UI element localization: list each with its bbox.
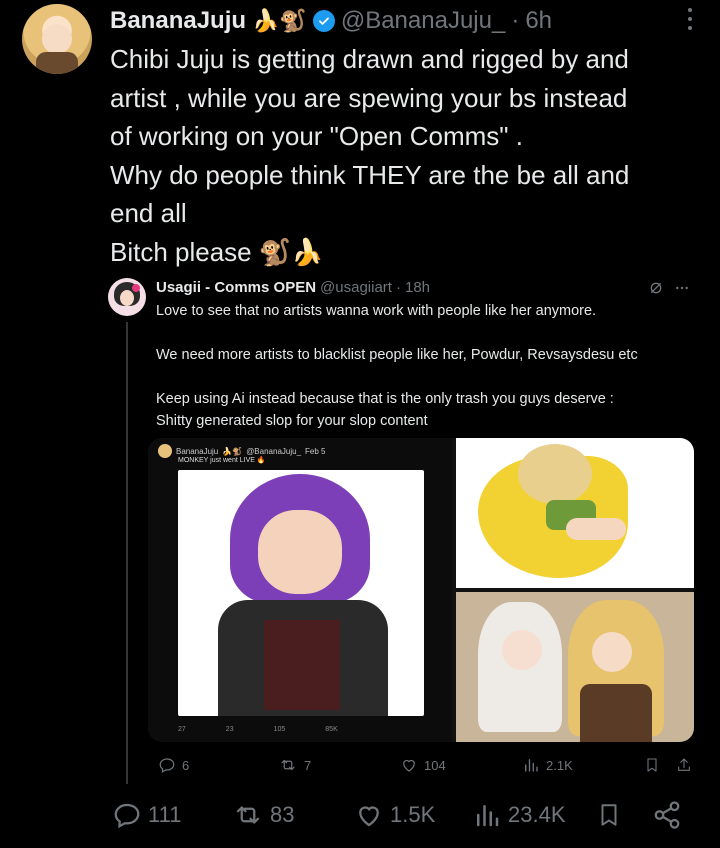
quote-timestamp[interactable]: 18h: [405, 279, 430, 296]
embedded-stats: 27 23 105 85K: [178, 726, 338, 733]
quote-text-line: Love to see that no artists wanna work w…: [156, 303, 597, 319]
embedded-stat: 105: [273, 726, 286, 733]
tweet-header: BananaJuju 🍌🐒 @BananaJuju_ · 6h: [110, 4, 552, 38]
quote-reply-count: 6: [182, 757, 190, 773]
quote-bookmark-button[interactable]: [644, 756, 660, 774]
tweet-stats-bar: 111 83 1.5K 23.4K: [0, 800, 720, 840]
views-icon: [477, 805, 499, 827]
like-button[interactable]: 1.5K: [354, 800, 435, 830]
media-image-two-girls[interactable]: [456, 592, 694, 742]
quote-repost-count: 7: [304, 757, 312, 773]
grok-icon[interactable]: [648, 280, 664, 296]
tweet-text-line: end all: [110, 198, 187, 228]
quote-text-line: [156, 366, 696, 388]
author-name[interactable]: BananaJuju: [110, 7, 246, 35]
quote-views-count: 2.1K: [546, 757, 573, 773]
more-icon[interactable]: [686, 8, 694, 30]
quote-text: Love to see that no artists wanna work w…: [156, 300, 696, 432]
quote-like-button[interactable]: 104: [400, 756, 446, 774]
more-icon[interactable]: [674, 280, 690, 296]
reply-button[interactable]: 111: [112, 800, 181, 830]
tweet-text-line: artist , while you are spewing your bs i…: [110, 82, 628, 113]
quote-share-button[interactable]: [676, 756, 692, 774]
views-button[interactable]: 23.4K: [472, 800, 566, 830]
character-illustration: [178, 470, 424, 716]
repost-count: 83: [270, 802, 295, 827]
quote-views-button[interactable]: 2.1K: [522, 756, 573, 774]
thread-line: [126, 322, 128, 784]
author-handle[interactable]: @BananaJuju_: [341, 7, 505, 35]
separator-dot: ·: [511, 7, 520, 34]
quote-author-name[interactable]: Usagii - Comms OPEN: [156, 279, 316, 296]
quote-header: Usagii - Comms OPEN @usagiiart · 18h: [156, 279, 430, 296]
embedded-avatar: [158, 444, 172, 458]
quote-reply-button[interactable]: 6: [158, 756, 189, 774]
verified-icon: [312, 10, 335, 32]
views-count: 23.4K: [508, 802, 566, 827]
quote-text-line: [156, 322, 696, 344]
quote-avatar[interactable]: [108, 278, 146, 316]
name-emojis: 🍌🐒: [252, 8, 307, 33]
bookmark-icon: [601, 804, 617, 826]
embedded-stat: 23: [225, 726, 234, 733]
media-grid: BananaJuju 🍌🐒 @BananaJuju_ Feb 5 MONKEY …: [148, 438, 694, 742]
like-count: 1.5K: [390, 802, 436, 827]
quote-like-count: 104: [424, 757, 446, 773]
media-image-banana[interactable]: [456, 438, 694, 588]
embedded-text: MONKEY just went LIVE 🔥: [178, 457, 266, 464]
share-button[interactable]: [652, 800, 682, 830]
embedded-stat: 27: [178, 726, 186, 733]
embedded-stat: 85K: [325, 726, 338, 733]
author-avatar[interactable]: [22, 4, 92, 74]
reply-icon: [114, 803, 140, 829]
embedded-handle: @BananaJuju_: [246, 446, 302, 456]
quote-author-handle[interactable]: @usagiiart: [320, 279, 392, 296]
like-icon: [403, 759, 415, 772]
quote-actions: [648, 280, 690, 296]
quote-text-line: Shitty generated slop for your slop cont…: [156, 413, 428, 429]
tweet-text-line: of working on your "Open Comms" .: [110, 121, 523, 151]
quote-text-line: Keep using Ai instead because that is th…: [156, 391, 614, 407]
reply-count: 111: [148, 802, 182, 827]
tweet-timestamp[interactable]: 6h: [525, 7, 552, 35]
bookmark-icon: [647, 758, 657, 772]
reply-icon: [159, 758, 175, 773]
quote-separator-dot: ·: [395, 279, 401, 296]
tweet-text-line: Why do people think THEY are the be all …: [110, 159, 630, 190]
share-icon: [654, 801, 680, 829]
share-icon: [678, 758, 690, 771]
repost-button[interactable]: 83: [232, 800, 294, 830]
bookmark-button[interactable]: [596, 800, 622, 830]
embedded-name-emojis: 🍌🐒: [222, 446, 243, 456]
repost-icon: [236, 806, 260, 824]
tweet-text-line: Bitch please 🐒🍌: [110, 236, 324, 267]
embedded-time: Feb 5: [305, 446, 326, 456]
views-icon: [525, 759, 538, 772]
repost-icon: [281, 759, 295, 771]
media-image-screenshot[interactable]: BananaJuju 🍌🐒 @BananaJuju_ Feb 5 MONKEY …: [148, 438, 452, 742]
quote-stats-bar: 6 7 104 2.1K: [0, 756, 720, 780]
embedded-author-name: BananaJuju: [176, 446, 219, 456]
tweet-text: Chibi Juju is getting drawn and rigged b…: [110, 40, 700, 271]
quote-repost-button[interactable]: 7: [278, 756, 311, 774]
quote-text-line: We need more artists to blacklist people…: [156, 347, 638, 363]
like-icon: [359, 806, 379, 827]
tweet-text-line: Chibi Juju is getting drawn and rigged b…: [110, 44, 629, 74]
